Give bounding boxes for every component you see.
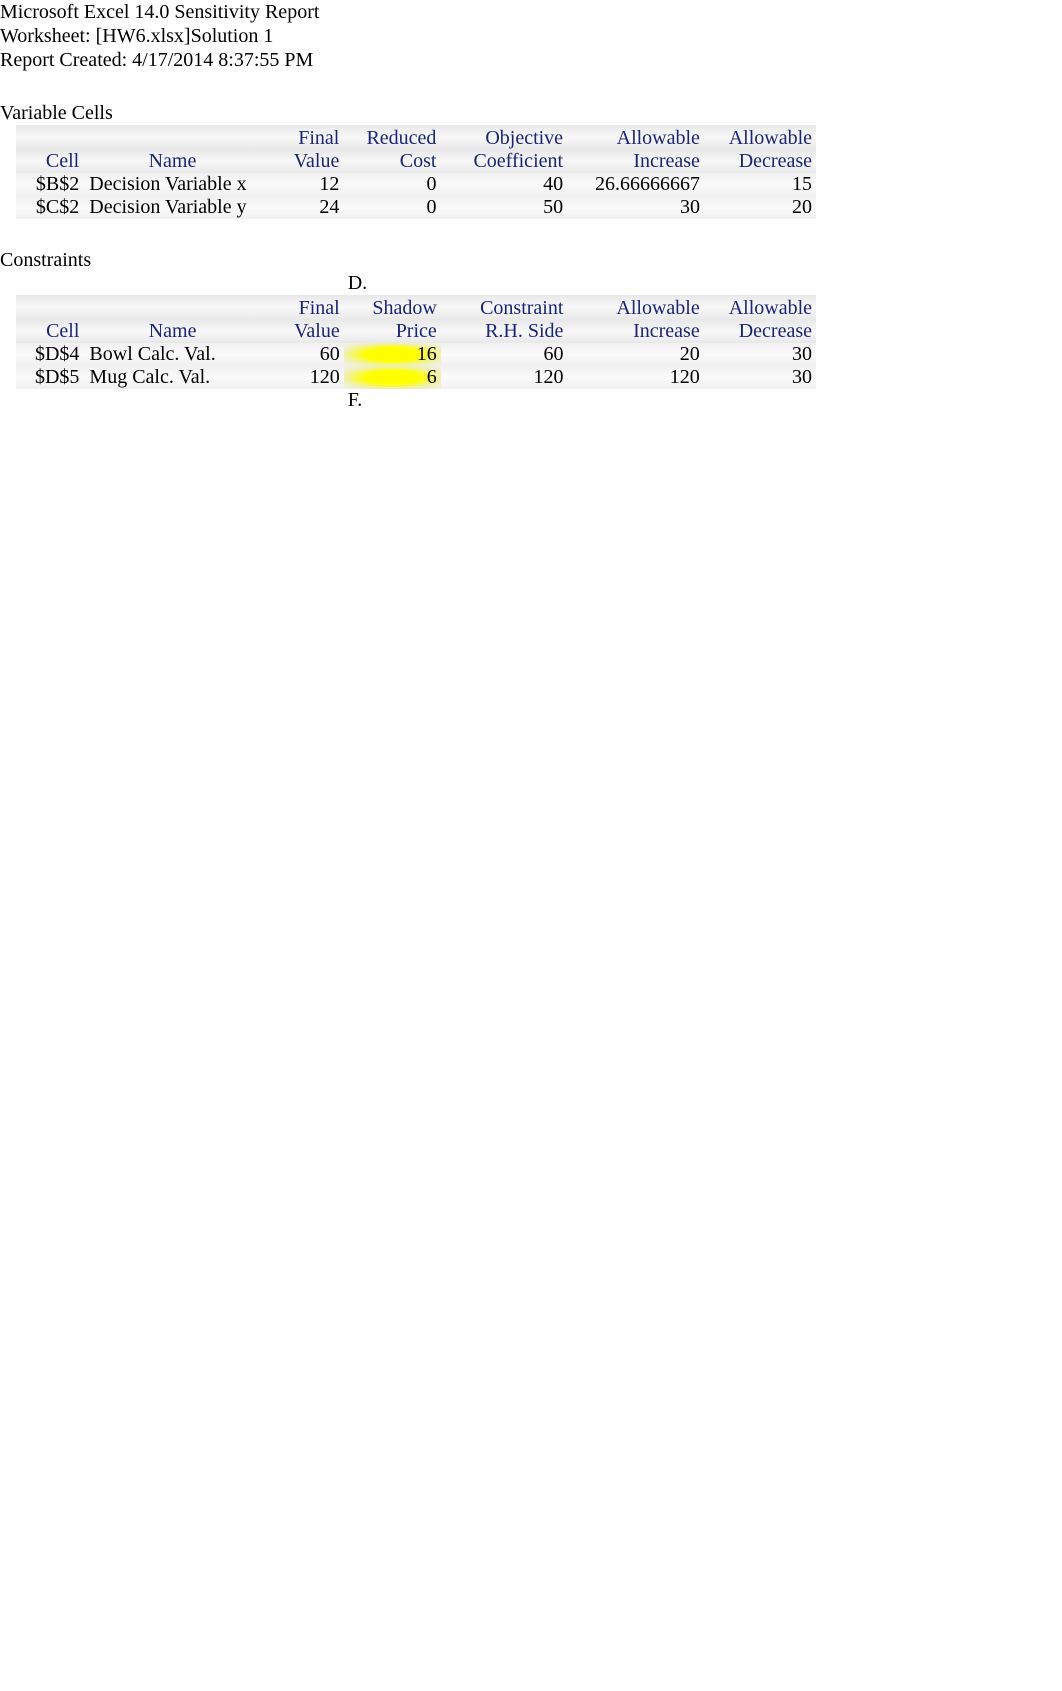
annotation-d: D. — [344, 272, 441, 295]
vc-head — [16, 125, 83, 150]
c-head-final: Final — [262, 295, 344, 320]
c-head — [16, 295, 83, 320]
vc-head-coeff: Coefficient — [440, 150, 567, 173]
vc-head-dec2: Decrease — [704, 150, 816, 173]
c-cell: $D$5 — [16, 366, 83, 389]
vc-head-inc2: Increase — [567, 150, 704, 173]
vc-head-reduced: Reduced — [343, 125, 440, 150]
report-title: Microsoft Excel 14.0 Sensitivity Report — [0, 0, 1062, 24]
c-head-decrease: Allowable — [704, 295, 816, 320]
vc-name: Decision Variable y — [83, 196, 261, 219]
vc-head-decrease: Allowable — [704, 125, 816, 150]
vc-final: 12 — [262, 173, 344, 196]
c-final: 60 — [262, 343, 344, 366]
c-head-increase: Allowable — [567, 295, 703, 320]
c-dec: 30 — [704, 343, 816, 366]
worksheet-name: Worksheet: [HW6.xlsx]Solution 1 — [0, 24, 1062, 48]
c-cell: $D$4 — [16, 343, 83, 366]
c-rhs: 60 — [441, 343, 568, 366]
variable-cells-table: Final Reduced Objective Allowable Allowa… — [16, 125, 816, 219]
c-head-value: Value — [262, 320, 344, 343]
vc-dec: 15 — [704, 173, 816, 196]
c-inc: 20 — [567, 343, 703, 366]
c-final: 120 — [262, 366, 344, 389]
vc-head-increase: Allowable — [567, 125, 704, 150]
c-shadow-highlight: 6 — [344, 366, 441, 389]
vc-head-cost: Cost — [343, 150, 440, 173]
c-head-cell: Cell — [16, 320, 83, 343]
c-head-shadow: Shadow — [344, 295, 441, 320]
c-head-name: Name — [83, 320, 261, 343]
c-head — [83, 295, 261, 320]
c-shadow-highlight: 16 — [344, 343, 441, 366]
vc-obj: 50 — [440, 196, 567, 219]
table-row: $C$2 Decision Variable y 24 0 50 30 20 — [16, 196, 816, 219]
vc-reduced: 0 — [343, 196, 440, 219]
annotation-f: F. — [344, 389, 441, 412]
table-row: $D$4 Bowl Calc. Val. 60 16 60 20 30 — [16, 343, 816, 366]
report-date: Report Created: 4/17/2014 8:37:55 PM — [0, 48, 1062, 72]
c-dec: 30 — [704, 366, 816, 389]
vc-head-objective: Objective — [440, 125, 567, 150]
c-head-price: Price — [344, 320, 441, 343]
c-head-constraint: Constraint — [441, 295, 568, 320]
c-head-rhs: R.H. Side — [441, 320, 568, 343]
constraints-title: Constraints — [0, 249, 1062, 272]
vc-inc: 30 — [567, 196, 704, 219]
vc-final: 24 — [262, 196, 344, 219]
variable-cells-title: Variable Cells — [0, 102, 1062, 125]
vc-dec: 20 — [704, 196, 816, 219]
constraints-table: D. Final Shadow Constraint Allowable All… — [16, 272, 816, 412]
vc-head-value: Value — [262, 150, 344, 173]
vc-name: Decision Variable x — [83, 173, 261, 196]
vc-reduced: 0 — [343, 173, 440, 196]
c-head-dec2: Decrease — [704, 320, 816, 343]
c-head-inc2: Increase — [567, 320, 703, 343]
vc-cell: $C$2 — [16, 196, 83, 219]
vc-head-name: Name — [83, 150, 261, 173]
table-row: $D$5 Mug Calc. Val. 120 6 120 120 30 — [16, 366, 816, 389]
c-name: Bowl Calc. Val. — [83, 343, 261, 366]
c-name: Mug Calc. Val. — [83, 366, 261, 389]
vc-head-final: Final — [262, 125, 344, 150]
vc-head — [83, 125, 261, 150]
vc-obj: 40 — [440, 173, 567, 196]
c-inc: 120 — [567, 366, 703, 389]
vc-cell: $B$2 — [16, 173, 83, 196]
table-row: $B$2 Decision Variable x 12 0 40 26.6666… — [16, 173, 816, 196]
c-rhs: 120 — [441, 366, 568, 389]
vc-inc: 26.66666667 — [567, 173, 704, 196]
vc-head-cell: Cell — [16, 150, 83, 173]
